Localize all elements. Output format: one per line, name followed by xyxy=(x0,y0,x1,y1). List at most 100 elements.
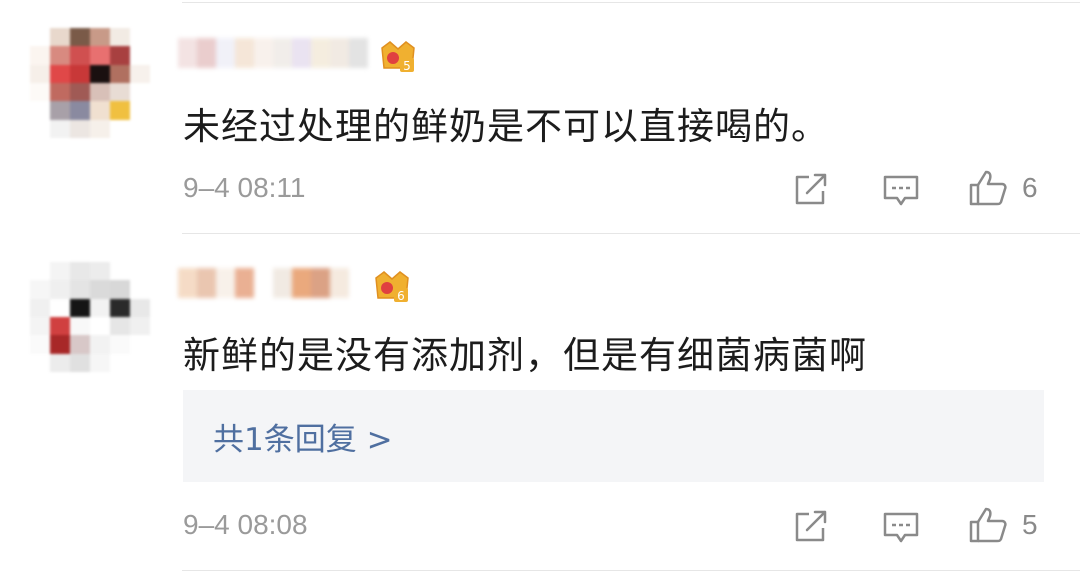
username-pixel xyxy=(254,38,273,68)
avatar-pixel xyxy=(30,28,50,47)
username-pixel xyxy=(330,268,349,298)
avatar-pixel xyxy=(30,119,50,138)
avatar-pixel xyxy=(30,353,50,372)
like-count: 6 xyxy=(1022,172,1038,203)
avatar-pixel xyxy=(50,28,70,47)
avatar-pixel xyxy=(50,335,70,354)
avatar-pixel xyxy=(110,262,130,281)
like-button[interactable]: 6 xyxy=(968,168,1038,208)
avatar-pixel xyxy=(90,298,110,317)
avatar-pixel xyxy=(90,317,110,336)
comment-divider xyxy=(182,233,1080,234)
username-pixel xyxy=(235,268,254,298)
avatar-pixel xyxy=(130,119,150,138)
avatar-pixel xyxy=(90,262,110,281)
username-pixel xyxy=(197,268,216,298)
avatar-pixel xyxy=(50,64,70,83)
avatar-pixel xyxy=(30,101,50,120)
share-icon xyxy=(795,173,827,205)
username-blurred[interactable] xyxy=(178,268,368,298)
vip-level: 6 xyxy=(397,289,405,303)
username-blurred[interactable] xyxy=(178,38,368,68)
avatar-pixel xyxy=(50,317,70,336)
avatar-pixel xyxy=(90,46,110,65)
avatar-pixel xyxy=(130,335,150,354)
username-pixel xyxy=(178,38,197,68)
avatar-pixel xyxy=(50,119,70,138)
comment-icon xyxy=(883,175,919,206)
reply-button[interactable] xyxy=(882,510,920,546)
username-pixel xyxy=(216,268,235,298)
username-pixel xyxy=(197,38,216,68)
username-pixel xyxy=(178,268,197,298)
avatar-pixel xyxy=(70,64,90,83)
avatar-pixel xyxy=(70,101,90,120)
bottom-divider xyxy=(182,570,1080,571)
comment-text: 新鲜的是没有添加剂，但是有细菌病菌啊 xyxy=(183,334,867,377)
avatar-pixel xyxy=(130,101,150,120)
avatar-pixel xyxy=(50,280,70,299)
avatar-pixel xyxy=(50,298,70,317)
avatar-pixel xyxy=(90,101,110,120)
avatar-pixel xyxy=(30,298,50,317)
avatar-pixel xyxy=(90,353,110,372)
reply-button[interactable] xyxy=(882,173,920,209)
avatar-pixel xyxy=(50,101,70,120)
avatar-pixel xyxy=(110,83,130,102)
avatar-pixel xyxy=(130,317,150,336)
avatar-pixel xyxy=(130,353,150,372)
comment-text: 未经过处理的鲜奶是不可以直接喝的。 xyxy=(183,105,829,148)
avatar-pixel xyxy=(70,262,90,281)
avatar-pixel xyxy=(70,353,90,372)
avatar-pixel xyxy=(70,83,90,102)
avatar-pixel xyxy=(90,64,110,83)
vip-crown-icon: 6 xyxy=(375,271,409,303)
thumbs-up-icon xyxy=(969,507,1007,543)
avatar-pixel xyxy=(70,335,90,354)
share-button[interactable] xyxy=(793,171,829,207)
avatar-pixel xyxy=(70,28,90,47)
vip-crown-icon: 5 xyxy=(381,41,415,73)
avatar-pixel xyxy=(110,353,130,372)
avatar-pixel xyxy=(30,46,50,65)
vip-level: 5 xyxy=(403,59,411,73)
avatar-pixel xyxy=(90,28,110,47)
comment-list: 5 未经过处理的鲜奶是不可以直接喝的。 9–4 08:11 6 6 新鲜的是没有… xyxy=(0,0,1080,579)
like-button[interactable]: 5 xyxy=(968,505,1038,545)
avatar-pixel xyxy=(130,83,150,102)
username-pixel xyxy=(216,38,235,68)
username-pixel xyxy=(311,268,330,298)
avatar-pixel xyxy=(110,64,130,83)
avatar-pixel xyxy=(110,280,130,299)
top-divider xyxy=(182,2,1080,3)
avatar-pixel xyxy=(110,101,130,120)
avatar-pixel xyxy=(110,46,130,65)
avatar-pixel xyxy=(130,298,150,317)
share-icon xyxy=(795,510,827,542)
avatar-pixel xyxy=(50,353,70,372)
avatar-pixel xyxy=(70,119,90,138)
avatar[interactable] xyxy=(30,28,150,138)
avatar-pixel xyxy=(70,46,90,65)
comment-time: 9–4 08:11 xyxy=(183,172,306,203)
avatar-pixel xyxy=(70,298,90,317)
avatar-pixel xyxy=(30,335,50,354)
thumbs-up-icon xyxy=(969,170,1007,206)
share-button[interactable] xyxy=(793,508,829,544)
avatar-pixel xyxy=(90,280,110,299)
replies-link[interactable]: 共1条回复 > xyxy=(183,390,1044,482)
username-pixel xyxy=(330,38,349,68)
username-pixel xyxy=(311,38,330,68)
username-pixel xyxy=(273,38,292,68)
avatar-pixel xyxy=(90,335,110,354)
avatar-pixel xyxy=(110,298,130,317)
avatar-pixel xyxy=(110,28,130,47)
avatar-pixel xyxy=(130,46,150,65)
avatar-pixel xyxy=(70,280,90,299)
avatar[interactable] xyxy=(30,262,150,372)
avatar-pixel xyxy=(70,317,90,336)
username-pixel xyxy=(292,268,311,298)
comment-time: 9–4 08:08 xyxy=(183,509,308,540)
avatar-pixel xyxy=(110,119,130,138)
username-pixel xyxy=(254,268,273,298)
